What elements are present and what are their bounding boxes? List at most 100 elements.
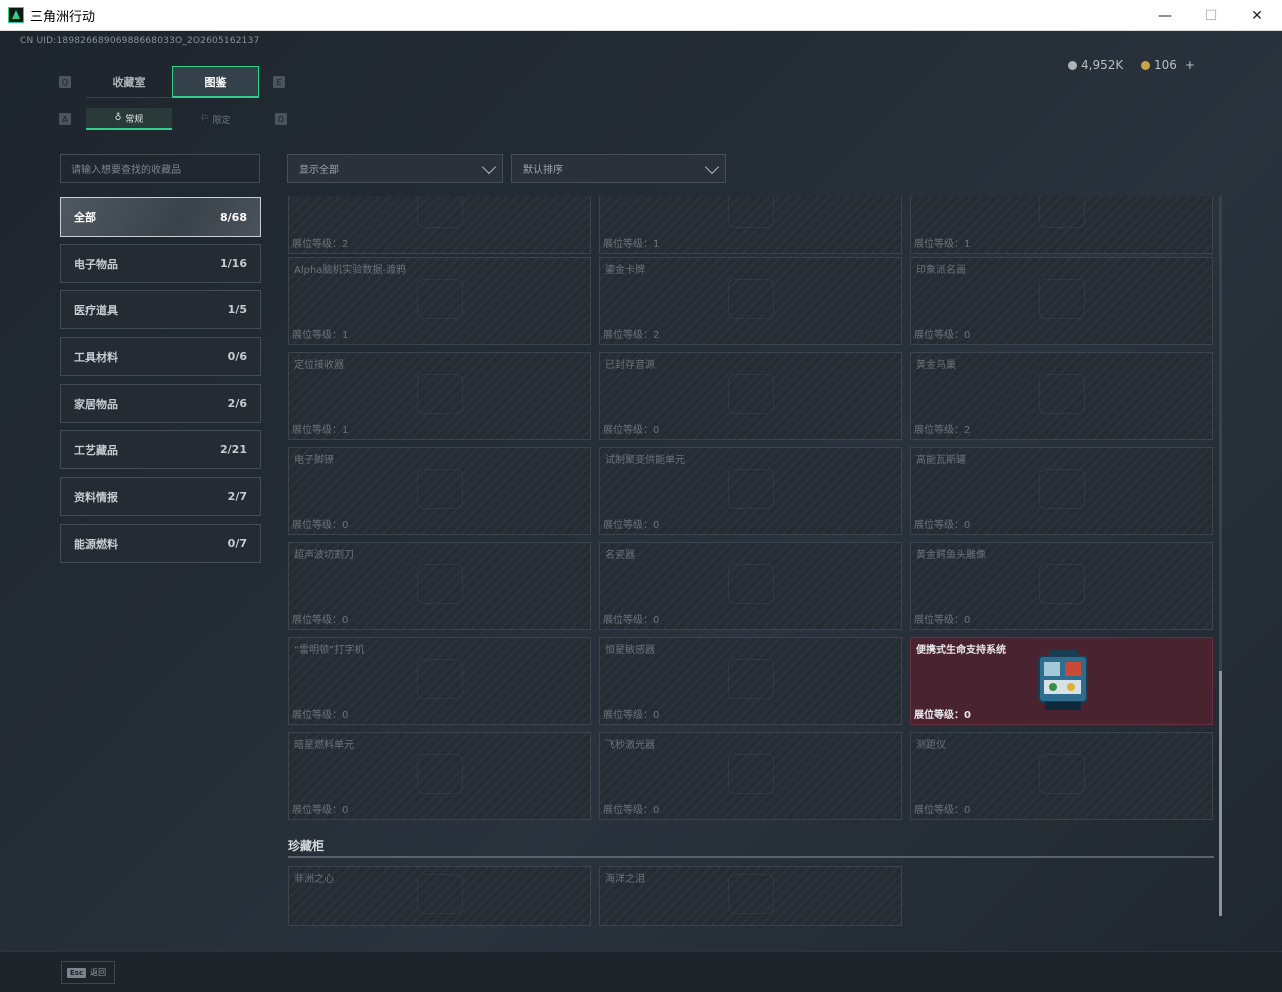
collection-card[interactable]: 展位等级：1 [599,196,902,254]
close-button[interactable]: ✕ [1234,0,1280,31]
cabinet-card[interactable]: 非洲之心 [288,866,591,926]
gold-coin-icon [1141,60,1150,70]
subtab-limited[interactable]: ⚐ 限定 [172,108,259,130]
item-image [416,754,463,794]
collection-card[interactable]: 展位等级：1 [910,196,1213,254]
card-name: 黄金鳄鱼头雕像 [916,550,986,561]
card-level: 展位等级：0 [914,520,971,531]
subtab-regular[interactable]: ♁ 常规 [86,108,172,130]
sort-value: 默认排序 [523,165,563,176]
scrollbar-thumb[interactable] [1219,671,1222,916]
add-currency-button[interactable]: + [1185,58,1195,72]
back-button[interactable]: Esc 返回 [61,961,115,984]
category-medical[interactable]: 医疗道具 1/5 [60,290,261,329]
category-label: 工艺藏品 [74,443,118,457]
item-image [1038,374,1085,414]
window-titlebar: 三角洲行动 — ☐ ✕ [0,0,1282,31]
card-name: 试制聚变供能单元 [605,455,685,466]
cabinet-card[interactable]: 海洋之泪 [599,866,902,926]
item-image [416,659,463,699]
collection-card[interactable]: 试制聚变供能单元 展位等级：0 [599,447,902,535]
search-input[interactable]: 请输入想要查找的收藏品 [60,154,260,183]
card-name: “雷明顿”打字机 [294,645,365,656]
collection-card[interactable]: “雷明顿”打字机 展位等级：0 [288,637,591,725]
card-level: 展位等级：1 [603,239,660,250]
category-intel[interactable]: 资料情报 2/7 [60,477,261,516]
card-level: 展位等级：1 [292,425,349,436]
item-image [727,469,774,509]
item-image [416,279,463,319]
category-label: 能源燃料 [74,537,118,551]
minimize-button[interactable]: — [1142,0,1188,31]
maximize-button[interactable]: ☐ [1188,0,1234,31]
key-hint-q: Q [59,76,71,88]
card-level: 展位等级：0 [914,615,971,626]
section-title: 珍藏柜 [288,839,325,853]
sort-dropdown[interactable]: 默认排序 [511,154,726,183]
category-count: 1/16 [220,257,247,270]
category-count: 2/21 [220,443,247,456]
tab-collection-room[interactable]: 收藏室 [86,66,172,98]
card-level: 展位等级：0 [292,710,349,721]
card-level: 展位等级：0 [292,805,349,816]
card-name: 鎏金卡牌 [605,265,645,276]
collection-card[interactable]: 暗星燃料单元 展位等级：0 [288,732,591,820]
category-electronics[interactable]: 电子物品 1/16 [60,244,261,283]
category-count: 0/7 [227,537,247,550]
tab-codex[interactable]: 图鉴 [172,66,259,98]
collection-card[interactable]: Alpha脑机实验数据-渡鸦 展位等级：1 [288,257,591,345]
item-image [727,874,774,914]
category-count: 1/5 [227,303,247,316]
category-label: 医疗道具 [74,303,118,317]
currency-coins: 4,952K [1068,58,1123,72]
collection-card[interactable]: 测距仪 展位等级：0 [910,732,1213,820]
category-fuel[interactable]: 能源燃料 0/7 [60,524,261,563]
collection-card[interactable]: 高能瓦斯罐 展位等级：0 [910,447,1213,535]
collection-card[interactable]: 飞秒激光器 展位等级：0 [599,732,902,820]
app-logo-icon [8,7,24,23]
subtab-limited-label: 限定 [212,115,231,126]
section-divider [288,856,1214,858]
category-crafts[interactable]: 工艺藏品 2/21 [60,430,261,469]
chevron-down-icon [481,159,497,175]
card-level: 展位等级：0 [603,425,660,436]
category-all[interactable]: 全部 8/68 [60,197,261,237]
limited-icon: ⚐ [200,114,209,124]
category-household[interactable]: 家居物品 2/6 [60,384,261,423]
key-hint-a: A [59,113,71,125]
collection-card[interactable]: 已封存音源 展位等级：0 [599,352,902,440]
collection-card[interactable]: 展位等级：2 [288,196,591,254]
collection-card-selected[interactable]: 便携式生命支持系统 展位等级：0 [910,637,1213,725]
card-level: 展位等级：0 [603,710,660,721]
card-level: 展位等级：0 [292,615,349,626]
card-level: 展位等级：0 [914,710,971,721]
card-level: 展位等级：2 [292,239,349,250]
category-label: 电子物品 [74,257,118,271]
collection-card[interactable]: 黄金鳄鱼头雕像 展位等级：0 [910,542,1213,630]
card-name: 非洲之心 [294,874,334,885]
key-hint-e: E [273,76,285,88]
silver-coin-icon [1068,60,1077,70]
category-count: 2/7 [227,490,247,503]
item-image [727,374,774,414]
category-label: 全部 [74,211,96,224]
collection-card[interactable]: 印象派名画 展位等级：0 [910,257,1213,345]
collection-card[interactable]: 鎏金卡牌 展位等级：2 [599,257,902,345]
category-tools[interactable]: 工具材料 0/6 [60,337,261,376]
category-label: 工具材料 [74,350,118,364]
card-name: 印象派名画 [916,265,966,276]
item-image [727,564,774,604]
collection-card[interactable]: 恒星敏感器 展位等级：0 [599,637,902,725]
card-level: 展位等级：2 [914,425,971,436]
regular-icon: ♁ [114,113,122,123]
collection-card[interactable]: 电子脚镣 展位等级：0 [288,447,591,535]
collection-card[interactable]: 名瓷器 展位等级：0 [599,542,902,630]
item-image [416,196,463,228]
filter-dropdown[interactable]: 显示全部 [287,154,503,183]
collection-card[interactable]: 超声波切割刀 展位等级：0 [288,542,591,630]
card-name: 名瓷器 [605,550,635,561]
card-name: 海洋之泪 [605,874,645,885]
collection-card[interactable]: 定位接收器 展位等级：1 [288,352,591,440]
collection-card[interactable]: 黄金鸟巢 展位等级：2 [910,352,1213,440]
back-label: 返回 [90,968,107,977]
